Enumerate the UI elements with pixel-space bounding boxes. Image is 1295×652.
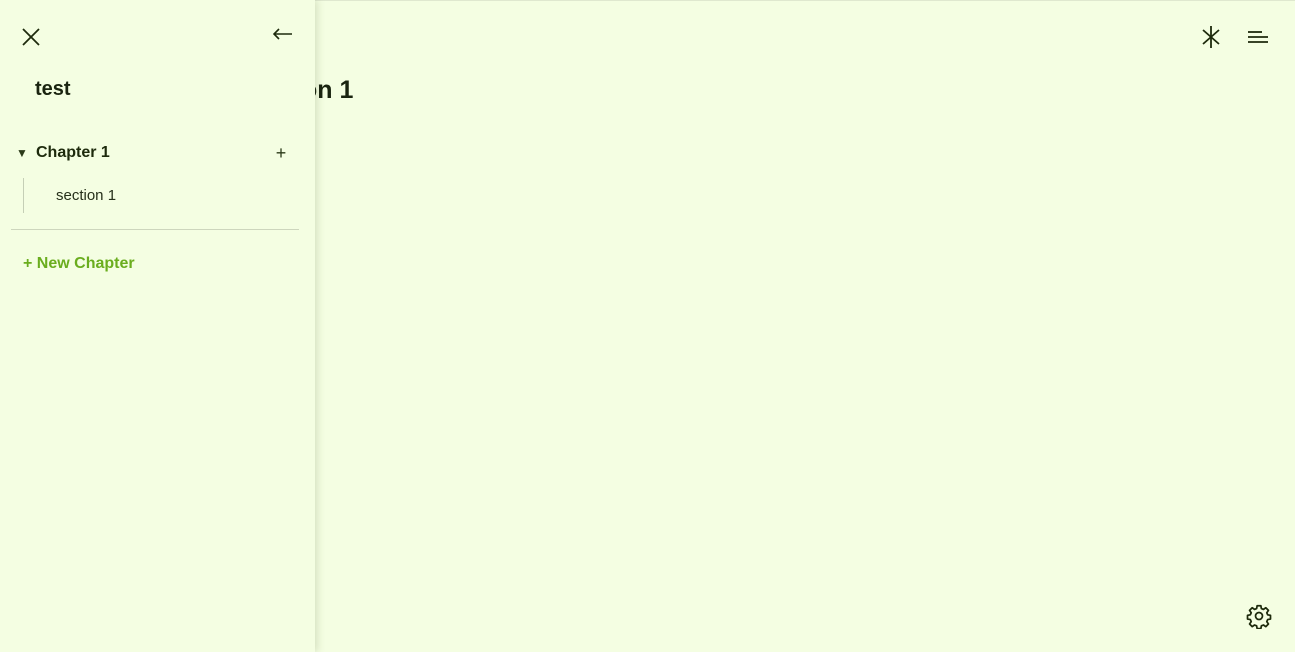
chapter-row: ▼ Chapter 1 + xyxy=(14,140,299,168)
close-icon[interactable] xyxy=(17,23,45,51)
expand-caret-icon[interactable]: ▼ xyxy=(16,146,28,160)
asterisk-icon[interactable] xyxy=(1197,23,1225,51)
add-section-button[interactable]: + xyxy=(271,142,291,164)
section-list: section 1 xyxy=(23,178,294,213)
chapter-title[interactable]: Chapter 1 xyxy=(36,144,110,162)
section-item[interactable]: section 1 xyxy=(56,187,116,204)
gear-icon[interactable] xyxy=(1244,601,1274,631)
menu-icon[interactable] xyxy=(1244,23,1272,51)
arrow-left-icon[interactable] xyxy=(269,20,297,48)
book-title: test xyxy=(35,78,71,100)
chapter-drawer: test ▼ Chapter 1 + section 1 + New Chapt… xyxy=(0,0,315,652)
new-chapter-button[interactable]: + New Chapter xyxy=(23,255,135,273)
divider xyxy=(11,229,299,230)
